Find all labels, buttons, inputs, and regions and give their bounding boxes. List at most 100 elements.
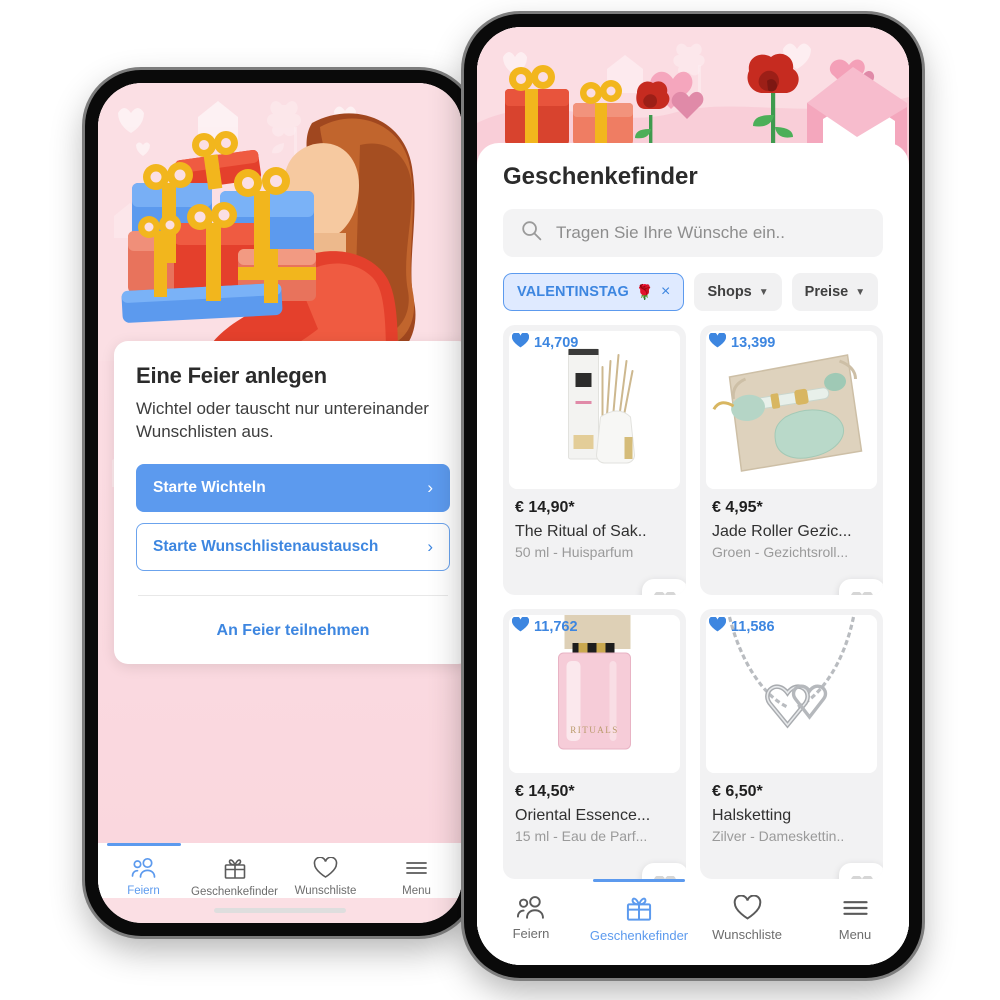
rose-emoji-icon: 🌹 [635, 284, 654, 301]
nav-label-menu: Menu [838, 927, 872, 942]
product-price: € 14,90* [515, 499, 575, 516]
card-description: Wichtel oder tauscht nur untereinander W… [136, 399, 429, 442]
product-image [706, 331, 877, 489]
nav-item-wunschliste[interactable]: Wunschliste [693, 895, 801, 942]
create-celebration-card: Eine Feier anlegen Wichtel oder tauscht … [114, 341, 462, 664]
like-count-value: 13,399 [731, 334, 776, 351]
product-card[interactable]: 11,586 € 6,50* Halsketting Zilver - Dame… [700, 609, 883, 879]
product-title: Oriental Essence... [515, 807, 651, 824]
bottom-navigation-left: Feiern Geschenkefinder Wunschliste Menu [98, 843, 462, 898]
left-body: Eine Feier anlegen Wichtel oder tauscht … [98, 341, 462, 843]
nav-label-feiern: Feiern [127, 885, 160, 897]
favorite-button[interactable] [642, 863, 686, 879]
product-card[interactable]: 13,399 € 4,95* Jade Roller Gezic... Groe… [700, 325, 883, 595]
screenshot-stage: Eine Feier anlegen Wichtel oder tauscht … [0, 0, 1000, 1000]
nav-item-menu[interactable]: Menu [801, 895, 909, 942]
nav-item-geschenkefinder[interactable]: Geschenkefinder [189, 857, 280, 898]
nav-label-feiern: Feiern [512, 926, 550, 941]
heart-filled-icon [511, 616, 530, 636]
product-card[interactable]: RITUALS 11,762 € 14,50* Oriental Essence… [503, 609, 686, 879]
filter-chip-shops-label: Shops [707, 284, 752, 300]
chevron-right-icon: › [427, 478, 433, 498]
people-icon [516, 895, 546, 920]
card-title: Eine Feier anlegen [136, 363, 327, 388]
phone-right: Geschenkefinder VALENTINSTAG 🌹 [464, 14, 922, 978]
nav-label-geschenkefinder: Geschenkefinder [589, 928, 689, 943]
nav-item-geschenkefinder[interactable]: Geschenkefinder [585, 879, 693, 943]
product-subtitle: Groen - Gezichtsroll... [712, 544, 849, 560]
start-wunschlistenaustausch-button[interactable]: Starte Wunschlistenaustausch › [136, 522, 450, 571]
svg-text:RITUALS: RITUALS [570, 725, 619, 735]
product-price: € 14,50* [515, 783, 575, 800]
filter-chips: VALENTINSTAG 🌹 × Shops ▼ Preise ▼ [477, 257, 909, 311]
product-title: Jade Roller Gezic... [712, 523, 852, 540]
favorite-button[interactable] [839, 579, 883, 595]
gift-icon [223, 857, 247, 880]
product-card[interactable]: 14,709 € 14,90* The Ritual of Sak.. 50 m… [503, 325, 686, 595]
like-count-value: 11,762 [534, 618, 578, 635]
favorite-button[interactable] [839, 863, 883, 879]
close-icon[interactable]: × [661, 283, 670, 301]
search-input[interactable] [554, 222, 865, 244]
heart-filled-icon [708, 616, 727, 636]
like-count-badge: 11,586 [708, 616, 775, 636]
product-grid: 14,709 € 14,90* The Ritual of Sak.. 50 m… [477, 311, 909, 879]
phone-left-screen: Eine Feier anlegen Wichtel oder tauscht … [98, 83, 462, 923]
product-info: € 14,90* The Ritual of Sak.. 50 ml - Hui… [503, 489, 686, 572]
filter-chip-valentinstag-label: VALENTINSTAG [517, 284, 629, 300]
product-info: € 4,95* Jade Roller Gezic... Groen - Gez… [700, 489, 883, 572]
product-price: € 4,95* [712, 499, 763, 516]
hamburger-icon [404, 857, 429, 879]
product-subtitle: 15 ml - Eau de Parf... [515, 828, 648, 844]
gift-icon [625, 895, 653, 922]
filter-chip-preise-label: Preise [804, 284, 849, 300]
chevron-right-icon: › [427, 537, 433, 557]
nav-item-menu[interactable]: Menu [371, 857, 462, 897]
chevron-down-icon: ▼ [758, 286, 769, 298]
heart-filled-icon [708, 332, 727, 352]
page-title: Geschenkefinder [503, 163, 698, 190]
favorite-button[interactable] [642, 579, 686, 595]
hero-illustration [98, 83, 462, 361]
join-celebration-link[interactable]: An Feier teilnehmen [136, 596, 450, 644]
nav-item-wunschliste[interactable]: Wunschliste [280, 857, 371, 897]
heart-icon [733, 895, 762, 921]
start-wunschlistenaustausch-label: Starte Wunschlistenaustausch [153, 537, 379, 555]
active-indicator [593, 879, 685, 882]
nav-item-feiern[interactable]: Feiern [477, 895, 585, 941]
start-wichteln-button[interactable]: Starte Wichteln › [136, 463, 450, 512]
product-info: € 14,50* Oriental Essence... 15 ml - Eau… [503, 773, 686, 856]
heart-filled-icon [511, 332, 530, 352]
phone-right-screen: Geschenkefinder VALENTINSTAG 🌹 [477, 27, 909, 965]
filter-chip-preise[interactable]: Preise ▼ [791, 273, 879, 311]
nav-bottom-spacer [477, 943, 909, 965]
people-icon [131, 857, 157, 879]
product-info: € 6,50* Halsketting Zilver - Dameskettin… [700, 773, 883, 856]
nav-label-wunschliste: Wunschliste [294, 885, 357, 897]
product-title: The Ritual of Sak.. [515, 523, 647, 540]
filter-chip-valentinstag[interactable]: VALENTINSTAG 🌹 × [503, 273, 685, 311]
nav-label-wunschliste: Wunschliste [712, 927, 782, 942]
active-indicator [106, 843, 181, 846]
start-wichteln-label: Starte Wichteln [153, 478, 266, 496]
heart-icon [313, 857, 338, 879]
nav-label-menu: Menu [402, 885, 431, 897]
product-image [706, 615, 877, 773]
like-count-badge: 13,399 [708, 332, 776, 352]
nav-label-geschenkefinder: Geschenkefinder [191, 886, 278, 898]
phone-left: Eine Feier anlegen Wichtel oder tauscht … [85, 70, 475, 936]
filter-chip-shops[interactable]: Shops ▼ [694, 273, 782, 311]
product-price: € 6,50* [712, 783, 763, 800]
product-image: RITUALS [509, 615, 680, 773]
like-count-value: 14,709 [534, 334, 579, 351]
like-count-badge: 14,709 [511, 332, 579, 352]
chevron-down-icon: ▼ [855, 286, 866, 298]
like-count-value: 11,586 [731, 618, 775, 635]
search-bar[interactable] [503, 209, 883, 257]
search-icon [521, 220, 542, 246]
product-subtitle: Zilver - Dameskettin.. [712, 828, 845, 844]
nav-item-feiern[interactable]: Feiern [98, 843, 189, 897]
product-image [509, 331, 680, 489]
product-subtitle: 50 ml - Huisparfum [515, 544, 634, 560]
home-indicator [214, 908, 346, 913]
